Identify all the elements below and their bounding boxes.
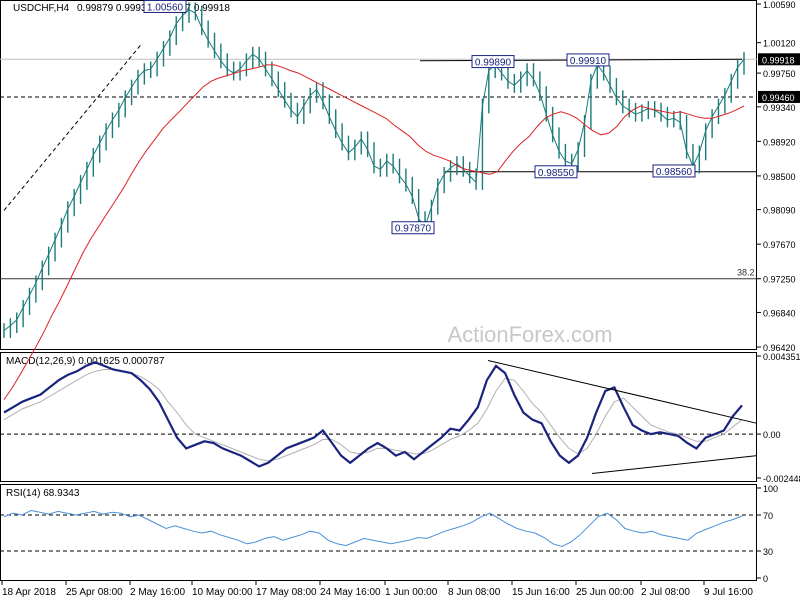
time-axis-label: 9 Jul 16:00: [704, 587, 753, 598]
time-axis-label: 2 Jul 08:00: [641, 587, 690, 598]
chart-symbol: USDCHF,H4: [13, 3, 70, 14]
time-axis-label: 15 Jun 16:00: [512, 587, 570, 598]
price-axis-label: 0.99340: [763, 103, 796, 113]
price-axis-label: 0.98500: [763, 172, 796, 182]
time-axis-label: 2 May 16:00: [130, 587, 185, 598]
forex-chart-window: ActionForex.com USDCHF,H4 0.99879 0.9993…: [0, 0, 800, 600]
macd-axis-label: 0.004351: [763, 352, 800, 362]
rsi-title: RSI(14) 68.9343: [6, 488, 80, 499]
axis-price-tag-text: 0.99460: [762, 93, 795, 103]
price-axis-label: 0.97670: [763, 240, 796, 250]
price-axis-label: 0.98090: [763, 206, 796, 216]
macd-axis-label: 0.00: [763, 430, 781, 440]
price-axis-label: 1.00120: [763, 39, 796, 49]
time-axis-label: 25 Apr 08:00: [66, 587, 123, 598]
time-axis-label: 10 May 00:00: [192, 587, 253, 598]
time-axis-label: 1 Jun 00:00: [385, 587, 438, 598]
time-axis-label: 17 May 08:00: [256, 587, 317, 598]
price-axis-label: 0.99750: [763, 69, 796, 79]
price-axis-label: 0.97250: [763, 275, 796, 285]
chart-canvas: ActionForex.com USDCHF,H4 0.99879 0.9993…: [0, 0, 800, 598]
time-axis-label: 8 Jun 08:00: [448, 587, 501, 598]
price-axis-label: 0.96840: [763, 308, 796, 318]
macd-axis-label: -0.002448: [763, 474, 800, 484]
watermark: ActionForex.com: [447, 322, 612, 347]
price-label-text: 0.98560: [656, 167, 693, 178]
fib-label: 38.2: [737, 268, 755, 278]
price-label-text: 0.99910: [570, 56, 607, 67]
rsi-axis-label: 0: [763, 574, 768, 584]
time-axis-label: 24 May 16:00: [320, 587, 381, 598]
axis-price-tag-text: 0.99918: [762, 55, 795, 65]
price-axis-label: 0.98920: [763, 137, 796, 147]
price-label-text: 0.98550: [538, 168, 575, 179]
price-label-text: 0.97870: [395, 224, 432, 235]
price-axis-label: 1.00590: [763, 0, 796, 10]
rsi-axis-label: 70: [763, 511, 773, 521]
price-label-text: 1.00560: [147, 2, 184, 13]
time-axis-label: 18 Apr 2018: [2, 587, 56, 598]
time-axis-label: 25 Jun 00:00: [576, 587, 634, 598]
rsi-axis-label: 100: [763, 484, 778, 494]
rsi-axis-label: 30: [763, 547, 773, 557]
price-label-text: 0.99890: [475, 58, 512, 69]
price-panel: [0, 0, 757, 350]
